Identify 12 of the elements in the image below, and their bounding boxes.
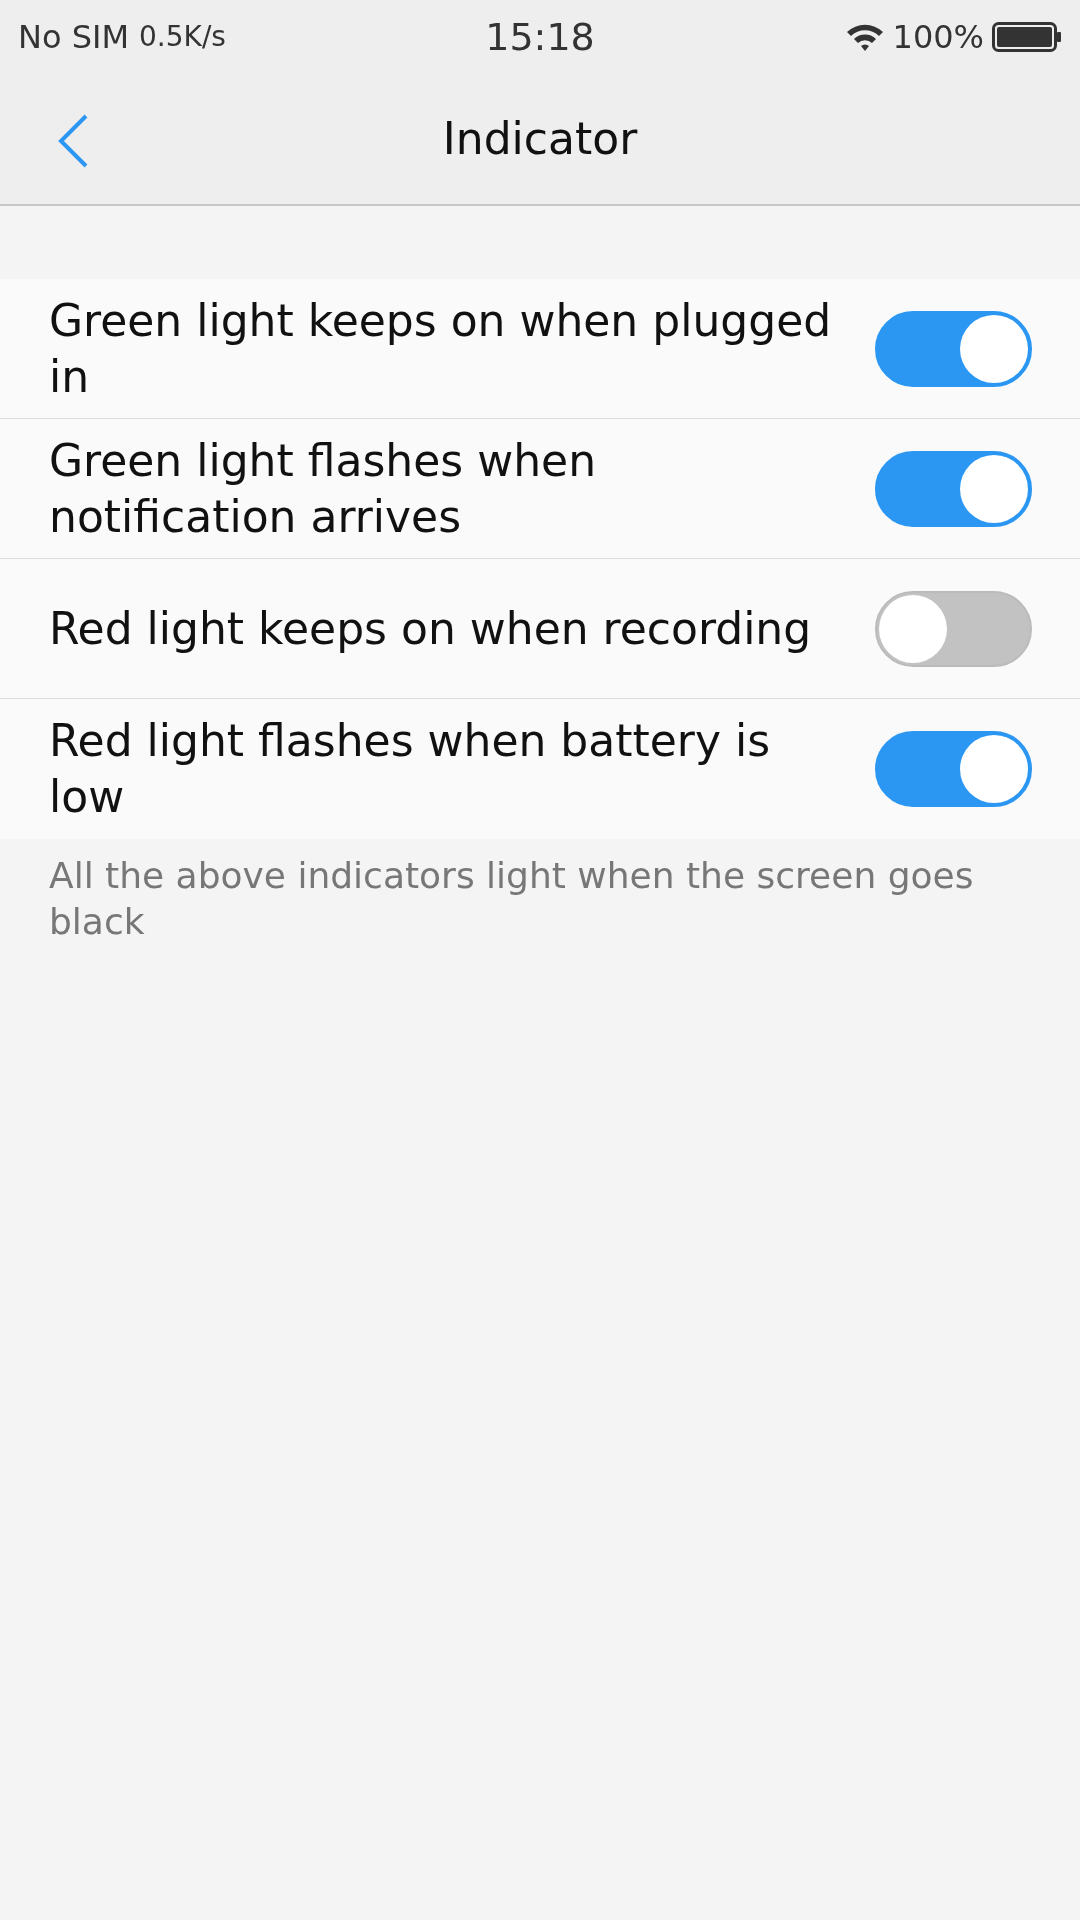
clock-time: 15:18 xyxy=(485,14,595,59)
battery-icon xyxy=(992,20,1062,53)
setting-label: Green light flashes when notification arrives xyxy=(49,433,598,544)
battery-percent: 100% xyxy=(892,17,984,56)
setting-label: Red light flashes when battery is low xyxy=(49,714,772,824)
network-speed: 0.5K/s xyxy=(139,20,226,53)
footnote-text: All the above indicators light when the screen goes black xyxy=(48,854,975,944)
back-icon[interactable] xyxy=(56,113,90,169)
setting-label: Red light keeps on when recording xyxy=(49,601,813,656)
carrier-name: No SIM xyxy=(18,17,130,56)
page-title: Indicator xyxy=(442,113,638,164)
setting-label: Green light keeps on when plugged in xyxy=(49,293,833,404)
